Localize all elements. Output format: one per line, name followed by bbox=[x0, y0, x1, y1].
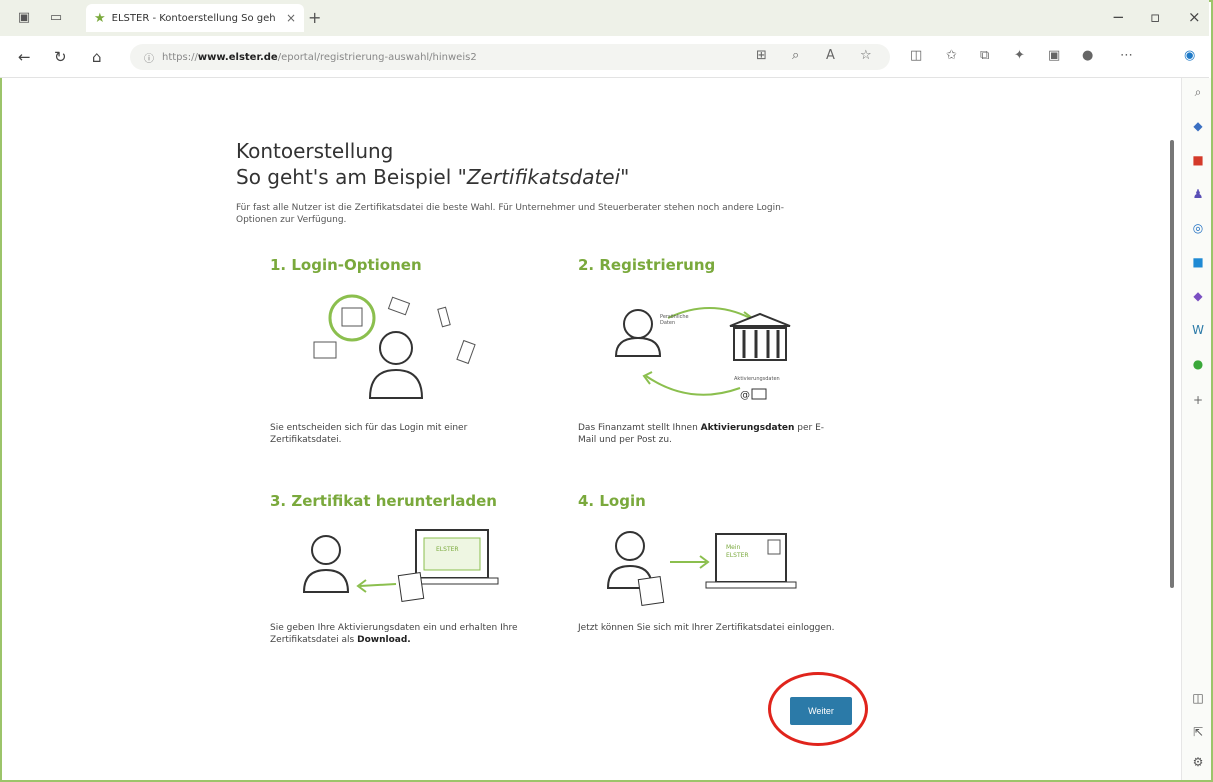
elster-favicon-icon: ★ bbox=[94, 10, 106, 26]
url-host: www.elster.de bbox=[197, 51, 278, 63]
collections-icon[interactable]: ⧉ bbox=[980, 48, 989, 63]
screen-mein-label: Mein bbox=[726, 544, 741, 551]
split-screen-icon[interactable]: ◫ bbox=[910, 48, 922, 63]
zoom-icon[interactable]: ⌕ bbox=[792, 48, 799, 63]
favorite-star-icon[interactable]: ☆ bbox=[860, 48, 872, 63]
shopping-tag-icon[interactable]: ◆ bbox=[1190, 118, 1206, 134]
activation-data-label: Aktivierungsdaten bbox=[734, 376, 780, 382]
favorites-icon[interactable]: ✩ bbox=[946, 48, 957, 63]
url-prefix: https:// bbox=[162, 51, 198, 63]
external-link-icon[interactable]: ⇱ bbox=[1190, 724, 1206, 740]
address-bar[interactable]: ⓘ https:// www.elster.de /eportal/regist… bbox=[130, 44, 890, 70]
tab-close-icon[interactable]: × bbox=[286, 11, 296, 25]
page-content: Kontoerstellung So geht's am Beispiel "Z… bbox=[236, 138, 836, 226]
login-illustration bbox=[606, 531, 797, 606]
back-button[interactable]: ← bbox=[18, 48, 31, 66]
step-4-text: Jetzt können Sie sich mit Ihrer Zertifik… bbox=[578, 623, 835, 633]
download-certificate-illustration bbox=[302, 529, 499, 602]
scrollbar-thumb[interactable] bbox=[1170, 140, 1174, 588]
screen-elster-label-2: ELSTER bbox=[726, 552, 749, 559]
edge-sidebar: ⌕ ◆ ■ ♟ ◎ ■ ◆ W ● + ◫ ⇱ ⚙ bbox=[1181, 78, 1211, 780]
highlight-circle bbox=[768, 672, 868, 746]
minimize-button[interactable]: − bbox=[1112, 8, 1125, 26]
outlook-icon[interactable]: ■ bbox=[1190, 254, 1206, 270]
copilot-icon[interactable]: ◉ bbox=[1184, 48, 1195, 63]
svg-text:@: @ bbox=[740, 390, 750, 401]
step-1-text: Sie entscheiden sich für das Login mit e… bbox=[270, 423, 468, 445]
workspaces-icon[interactable]: ▣ bbox=[16, 10, 32, 26]
step-2-title: 2. Registrierung bbox=[578, 256, 716, 274]
page-scrollbar[interactable] bbox=[1169, 92, 1175, 772]
url-path: /eportal/registrierung-auswahl/hinweis2 bbox=[277, 51, 477, 63]
browser-window bbox=[0, 0, 1213, 782]
extensions-icon[interactable]: ✦ bbox=[1014, 48, 1025, 63]
step-3-title: 3. Zertifikat herunterladen bbox=[270, 492, 497, 510]
step-3-text-bold: Download. bbox=[357, 635, 411, 645]
step-2-text-plain: Das Finanzamt stellt Ihnen bbox=[578, 423, 701, 433]
tab-actions-icon[interactable]: ▭ bbox=[48, 10, 64, 26]
step-3-text: Sie geben Ihre Aktivierungsdaten ein und… bbox=[270, 622, 530, 646]
tree-icon[interactable]: ● bbox=[1190, 356, 1206, 372]
navigation-bar: ← ↻ ⌂ ⓘ https:// www.elster.de /eportal/… bbox=[0, 36, 1209, 78]
w-app-icon[interactable]: W bbox=[1190, 322, 1206, 338]
refresh-button[interactable]: ↻ bbox=[54, 48, 67, 66]
browser-tab[interactable]: ★ ELSTER - Kontoerstellung So geh × bbox=[86, 4, 304, 32]
heading-emph-text: "Zertifikatsdatei" bbox=[457, 165, 630, 189]
more-menu-icon[interactable]: ⋯ bbox=[1120, 48, 1133, 63]
tab-title: ELSTER - Kontoerstellung So geh bbox=[111, 12, 276, 24]
screen-elster-label: ELSTER bbox=[436, 546, 459, 553]
profile-avatar-icon[interactable]: ● bbox=[1082, 48, 1093, 63]
read-aloud-icon[interactable]: A bbox=[826, 48, 835, 63]
step-4-title: 4. Login bbox=[578, 492, 646, 510]
home-button[interactable]: ⌂ bbox=[92, 48, 102, 66]
intro-text: Für fast alle Nutzer ist die Zertifikats… bbox=[236, 203, 785, 225]
login-options-illustration bbox=[313, 294, 476, 399]
tools-icon[interactable]: ■ bbox=[1190, 152, 1206, 168]
step-1-title: 1. Login-Optionen bbox=[270, 256, 422, 274]
step-2-text: Das Finanzamt stellt Ihnen Aktivierungsd… bbox=[578, 422, 838, 446]
sidebar-panel-icon[interactable]: ◫ bbox=[1190, 690, 1206, 706]
screenshot-icon[interactable]: ▣ bbox=[1048, 48, 1060, 63]
step-2-text-bold: Aktivierungsdaten bbox=[700, 423, 795, 433]
games-icon[interactable]: ◆ bbox=[1190, 288, 1206, 304]
people-icon[interactable]: ♟ bbox=[1190, 186, 1206, 202]
office-icon[interactable]: ◎ bbox=[1190, 220, 1206, 236]
new-tab-button[interactable]: + bbox=[308, 8, 321, 27]
search-icon[interactable]: ⌕ bbox=[1190, 84, 1206, 100]
maximize-button[interactable]: ▫ bbox=[1150, 8, 1160, 26]
heading-plain-text: So geht's am Beispiel bbox=[236, 165, 458, 189]
add-app-icon[interactable]: + bbox=[1190, 392, 1206, 408]
info-icon[interactable]: ⓘ bbox=[144, 50, 154, 65]
app-available-icon[interactable]: ⊞ bbox=[756, 48, 767, 63]
registration-illustration: @ bbox=[614, 307, 791, 401]
page-heading-line1: Kontoerstellung bbox=[236, 139, 394, 163]
settings-gear-icon[interactable]: ⚙ bbox=[1190, 754, 1206, 770]
page-heading-line2: So geht's am Beispiel "Zertifikatsdatei" bbox=[236, 164, 836, 190]
close-window-button[interactable]: × bbox=[1188, 8, 1201, 26]
personal-data-label: Persönliche Daten bbox=[660, 314, 689, 326]
